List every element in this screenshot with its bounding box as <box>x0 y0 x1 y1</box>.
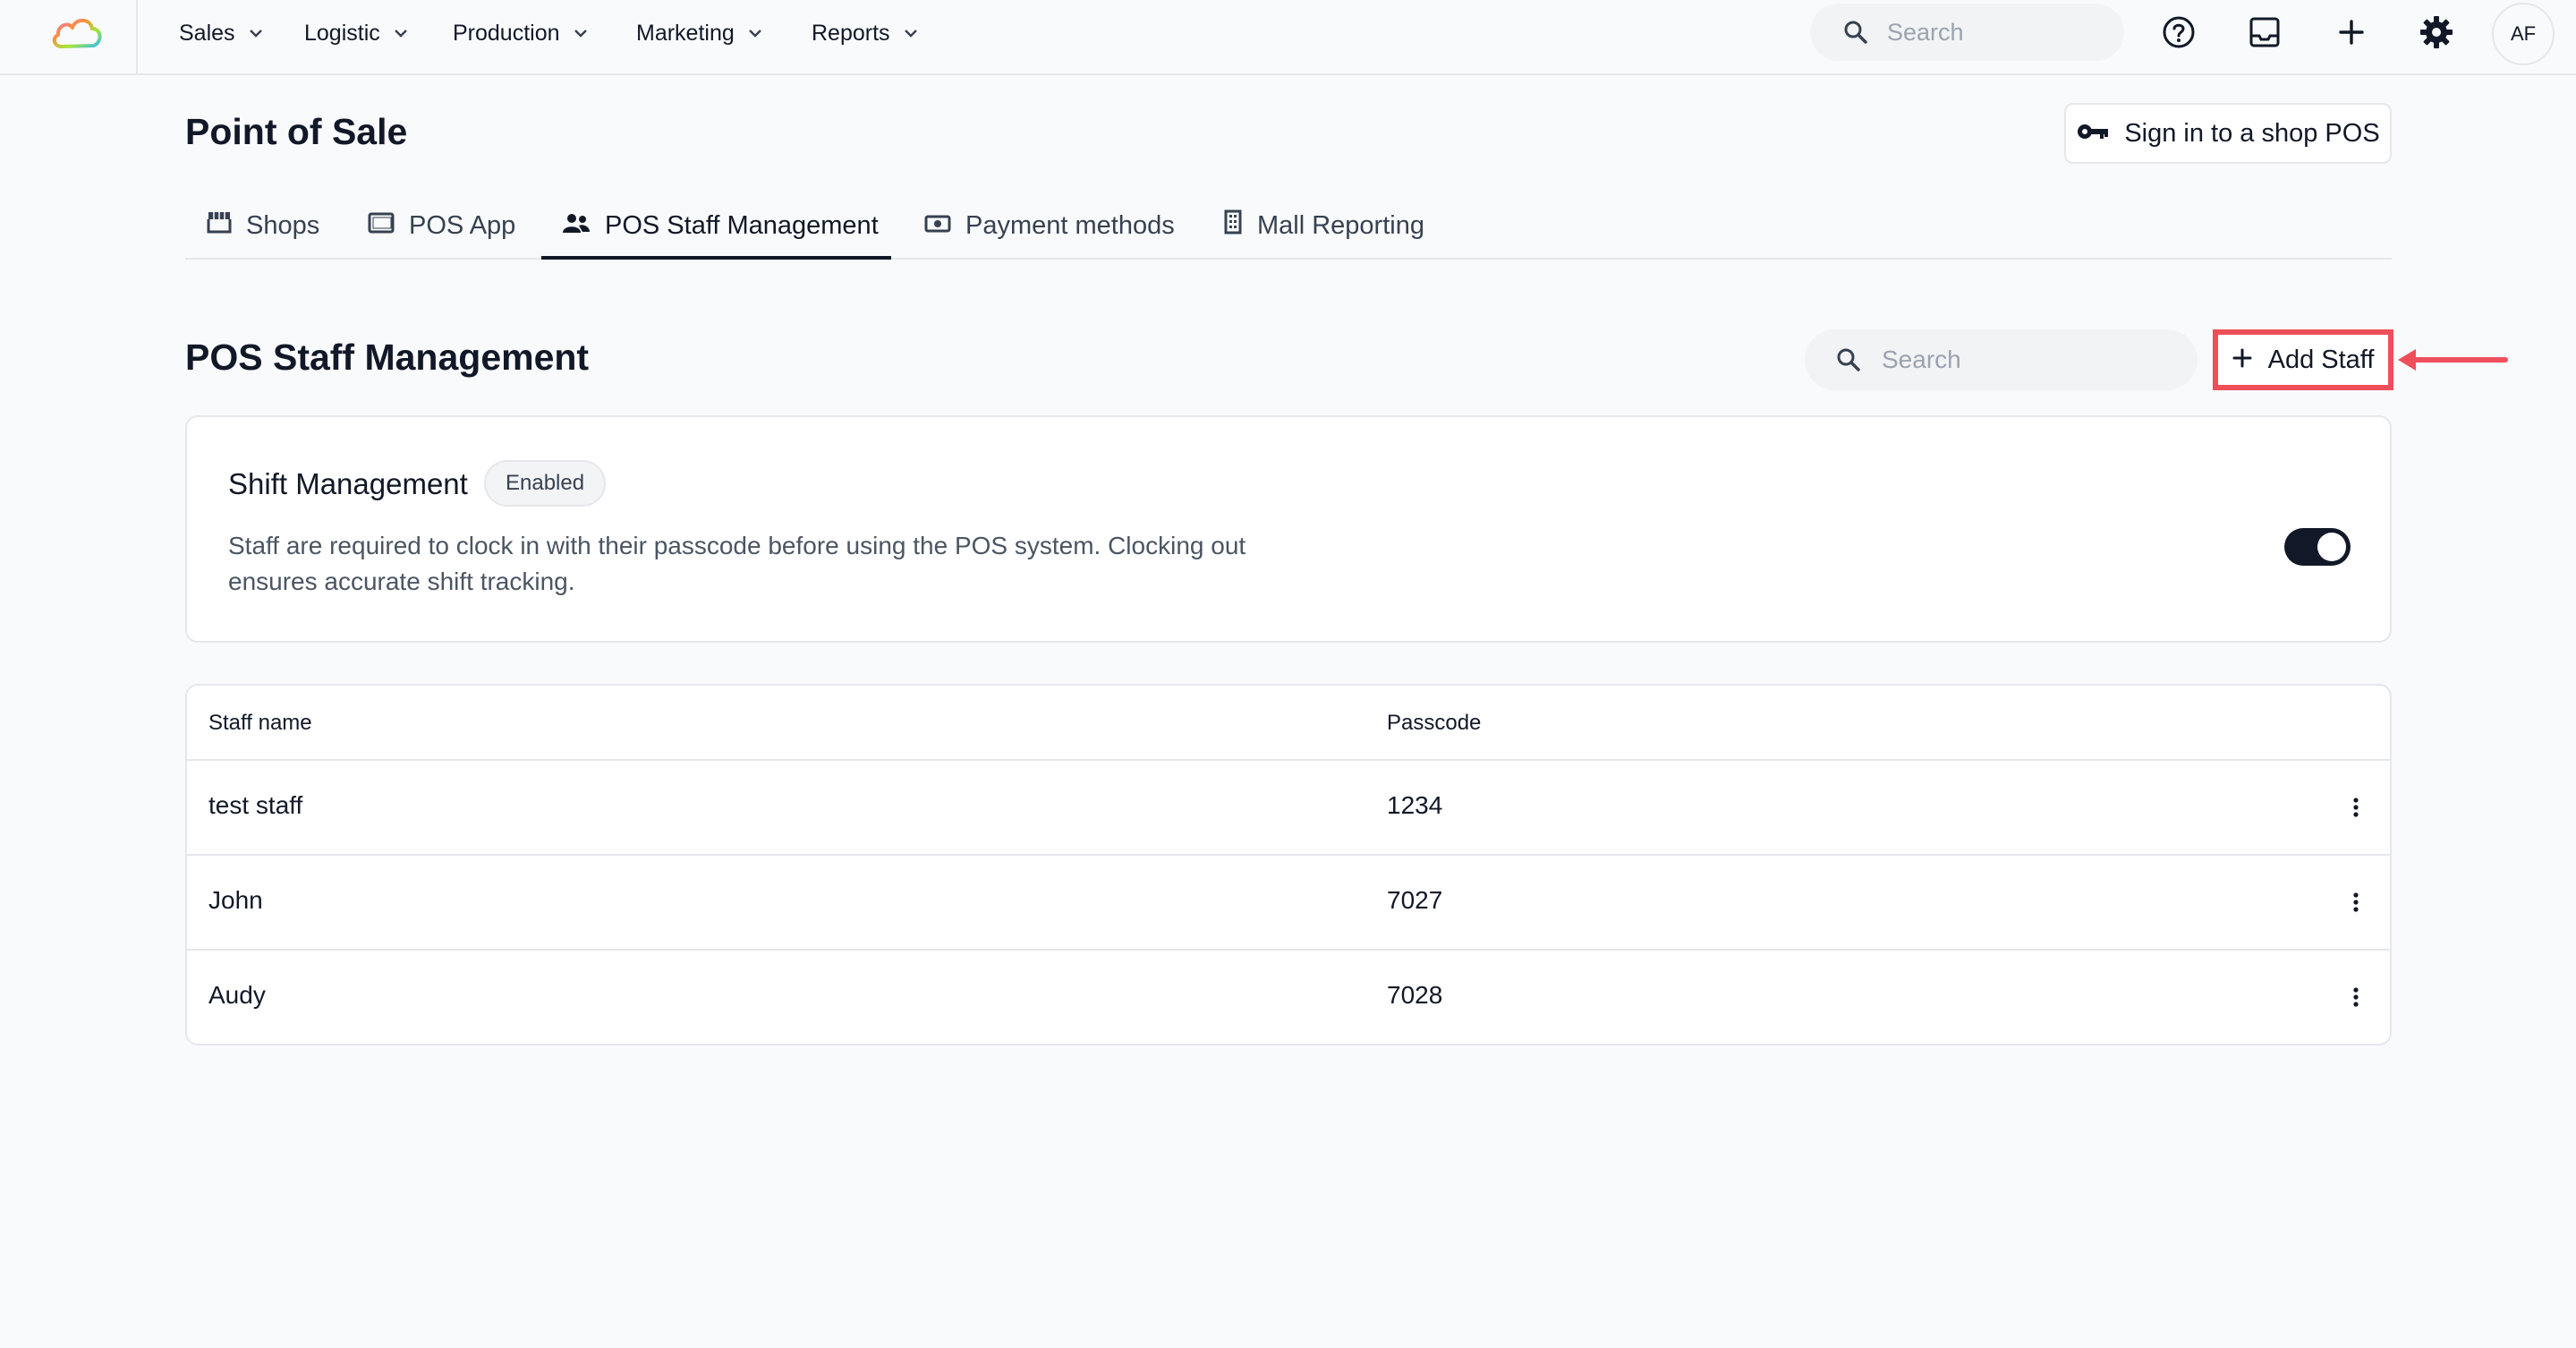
staff-table: Staff name Passcode test staff 1234 John… <box>185 684 2392 1045</box>
tab-mall-reporting[interactable]: Mall Reporting <box>1223 193 1424 258</box>
chevron-down-icon <box>573 28 589 38</box>
key-icon <box>2076 119 2110 149</box>
staff-search-input[interactable] <box>1880 345 2188 375</box>
sign-in-shop-pos-label: Sign in to a shop POS <box>2124 118 2380 148</box>
staff-name-cell: John <box>208 886 263 914</box>
top-search-input[interactable] <box>1885 17 2113 47</box>
tablet-icon <box>368 211 395 241</box>
logo-area[interactable] <box>0 0 138 73</box>
cloud-logo-icon <box>52 18 102 48</box>
store-icon <box>207 210 232 241</box>
nav-production-label: Production <box>453 20 560 46</box>
table-row[interactable]: test staff 1234 <box>187 759 2390 856</box>
table-row[interactable]: John 7027 <box>187 854 2390 951</box>
more-options-icon[interactable] <box>2340 789 2372 825</box>
top-navbar: Sales Logistic Production Marketing Repo… <box>0 0 2576 75</box>
table-header: Staff name Passcode <box>187 686 2390 761</box>
sign-in-shop-pos-button[interactable]: Sign in to a shop POS <box>2064 103 2392 164</box>
more-options-icon[interactable] <box>2340 979 2372 1015</box>
staff-search-box[interactable] <box>1805 329 2198 390</box>
top-search-box[interactable] <box>1810 4 2124 61</box>
plus-icon[interactable] <box>2332 13 2371 52</box>
tab-shops[interactable]: Shops <box>207 193 319 258</box>
nav-production[interactable]: Production <box>453 0 589 66</box>
pos-tabs: Shops POS App POS Staff Management Payme… <box>185 193 2392 260</box>
shift-management-card: Shift Management Enabled Staff are requi… <box>185 415 2392 643</box>
chevron-down-icon <box>903 28 919 38</box>
chevron-down-icon <box>393 28 409 38</box>
inbox-icon[interactable] <box>2245 13 2284 52</box>
passcode-cell: 7027 <box>1387 886 1443 914</box>
nav-sales[interactable]: Sales <box>179 0 264 66</box>
nav-sales-label: Sales <box>179 20 235 46</box>
tab-pos-staff-management-label: POS Staff Management <box>605 210 879 240</box>
tab-pos-app[interactable]: POS App <box>368 193 515 258</box>
shift-management-toggle[interactable] <box>2284 528 2351 566</box>
chevron-down-icon <box>747 28 763 38</box>
passcode-cell: 1234 <box>1387 791 1443 819</box>
add-staff-button[interactable]: Add Staff <box>2213 329 2393 390</box>
tab-pos-app-label: POS App <box>409 210 516 240</box>
column-header-staff-name: Staff name <box>208 711 312 735</box>
tab-shops-label: Shops <box>246 210 320 240</box>
active-tab-indicator <box>541 256 891 260</box>
toggle-knob <box>2317 533 2346 561</box>
passcode-cell: 7028 <box>1387 981 1443 1009</box>
nav-marketing-label: Marketing <box>636 20 735 46</box>
search-icon <box>1842 19 1869 46</box>
page-title: Point of Sale <box>185 111 408 152</box>
help-icon[interactable] <box>2159 13 2198 52</box>
people-icon <box>562 211 591 241</box>
tab-pos-staff-management[interactable]: POS Staff Management <box>562 193 879 258</box>
more-options-icon[interactable] <box>2340 884 2372 920</box>
chevron-down-icon <box>248 28 264 38</box>
staff-name-cell: Audy <box>208 981 266 1009</box>
avatar[interactable]: AF <box>2492 3 2555 65</box>
cash-icon <box>924 211 951 241</box>
nav-logistic-label: Logistic <box>304 20 380 46</box>
tab-payment-methods-label: Payment methods <box>965 210 1175 240</box>
nav-logistic[interactable]: Logistic <box>304 0 409 66</box>
tab-mall-reporting-label: Mall Reporting <box>1257 210 1424 240</box>
nav-reports-label: Reports <box>812 20 890 46</box>
nav-marketing[interactable]: Marketing <box>636 0 763 66</box>
search-icon <box>1835 346 1862 373</box>
gear-icon[interactable] <box>2417 13 2456 52</box>
nav-reports[interactable]: Reports <box>812 0 919 66</box>
tab-payment-methods[interactable]: Payment methods <box>924 193 1175 258</box>
staff-name-cell: test staff <box>208 791 303 819</box>
shift-management-title: Shift Management <box>228 467 468 500</box>
annotation-arrow-icon <box>2398 349 2508 371</box>
plus-icon <box>2232 346 2252 375</box>
table-row[interactable]: Audy 7028 <box>187 949 2390 1044</box>
section-title: POS Staff Management <box>185 337 590 378</box>
status-badge: Enabled <box>484 460 607 507</box>
add-staff-label: Add Staff <box>2267 345 2375 374</box>
building-icon <box>1223 209 1243 242</box>
column-header-passcode: Passcode <box>1387 711 1482 735</box>
shift-management-description: Staff are required to clock in with thei… <box>228 532 1246 595</box>
